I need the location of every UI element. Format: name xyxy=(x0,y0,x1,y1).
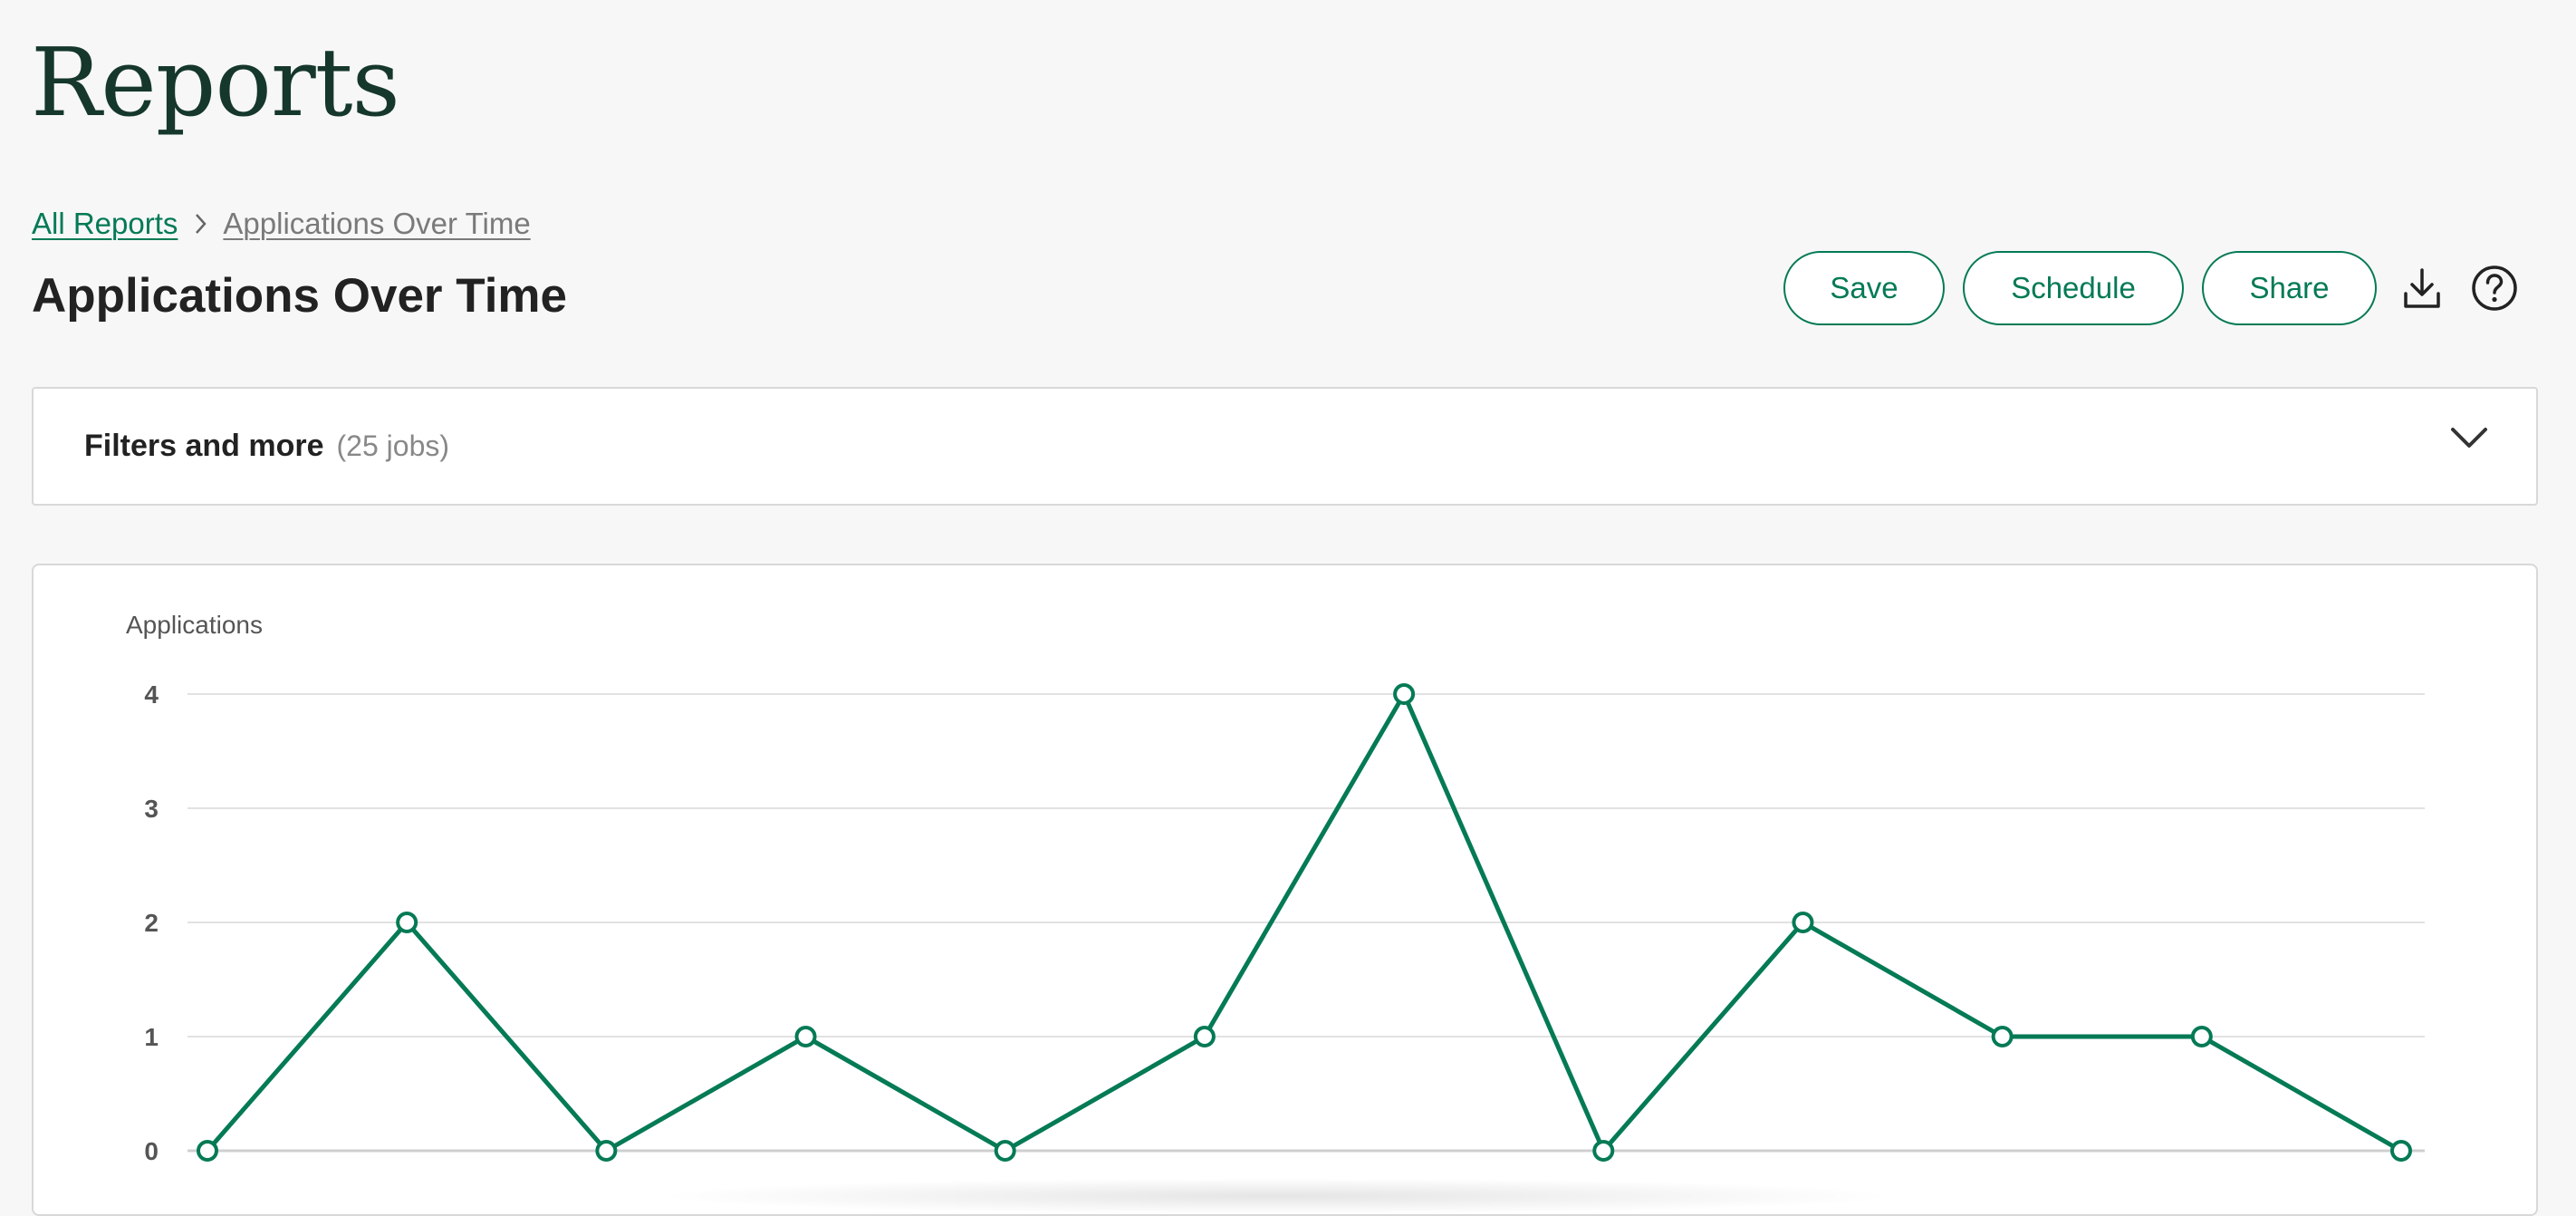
breadcrumb: All Reports Applications Over Time xyxy=(32,207,531,241)
data-point[interactable] xyxy=(2390,1140,2412,1162)
filters-job-count: (25 jobs) xyxy=(336,429,450,462)
filters-label: Filters and more xyxy=(84,429,324,463)
schedule-button[interactable]: Schedule xyxy=(1963,251,2184,325)
y-tick-label: 3 xyxy=(144,795,159,823)
data-point[interactable] xyxy=(794,1026,817,1047)
y-tick-label: 1 xyxy=(144,1023,159,1051)
data-point[interactable] xyxy=(595,1140,618,1162)
data-point[interactable] xyxy=(396,912,418,933)
chevron-right-icon xyxy=(194,212,208,236)
save-button[interactable]: Save xyxy=(1783,251,1945,325)
data-point[interactable] xyxy=(994,1140,1016,1162)
filters-panel[interactable]: Filters and more (25 jobs) xyxy=(32,387,2538,506)
data-point[interactable] xyxy=(197,1140,218,1162)
chevron-down-icon[interactable] xyxy=(2449,425,2489,455)
data-point[interactable] xyxy=(2190,1026,2213,1047)
chart-card: Applications 01234 xyxy=(32,564,2538,1216)
report-toolbar: Save Schedule Share xyxy=(1783,251,2522,325)
breadcrumb-current[interactable]: Applications Over Time xyxy=(223,207,530,241)
app-title: Reports xyxy=(31,27,400,138)
y-tick-label: 2 xyxy=(144,909,159,937)
data-point[interactable] xyxy=(1792,912,1814,933)
applications-line-chart: 0 1 2 3 4 xyxy=(144,680,2425,1165)
data-point[interactable] xyxy=(1592,1140,1615,1162)
data-point[interactable] xyxy=(1393,683,1416,705)
share-button[interactable]: Share xyxy=(2202,251,2377,325)
y-tick-label: 0 xyxy=(144,1137,159,1165)
help-icon[interactable] xyxy=(2467,261,2522,315)
page-title: Applications Over Time xyxy=(32,269,568,323)
data-point[interactable] xyxy=(1991,1026,2014,1047)
y-tick-label: 4 xyxy=(144,680,159,709)
download-icon[interactable] xyxy=(2395,261,2449,315)
bottom-shadow xyxy=(652,1178,1902,1214)
breadcrumb-all-reports[interactable]: All Reports xyxy=(32,207,178,241)
data-point[interactable] xyxy=(1193,1026,1216,1047)
